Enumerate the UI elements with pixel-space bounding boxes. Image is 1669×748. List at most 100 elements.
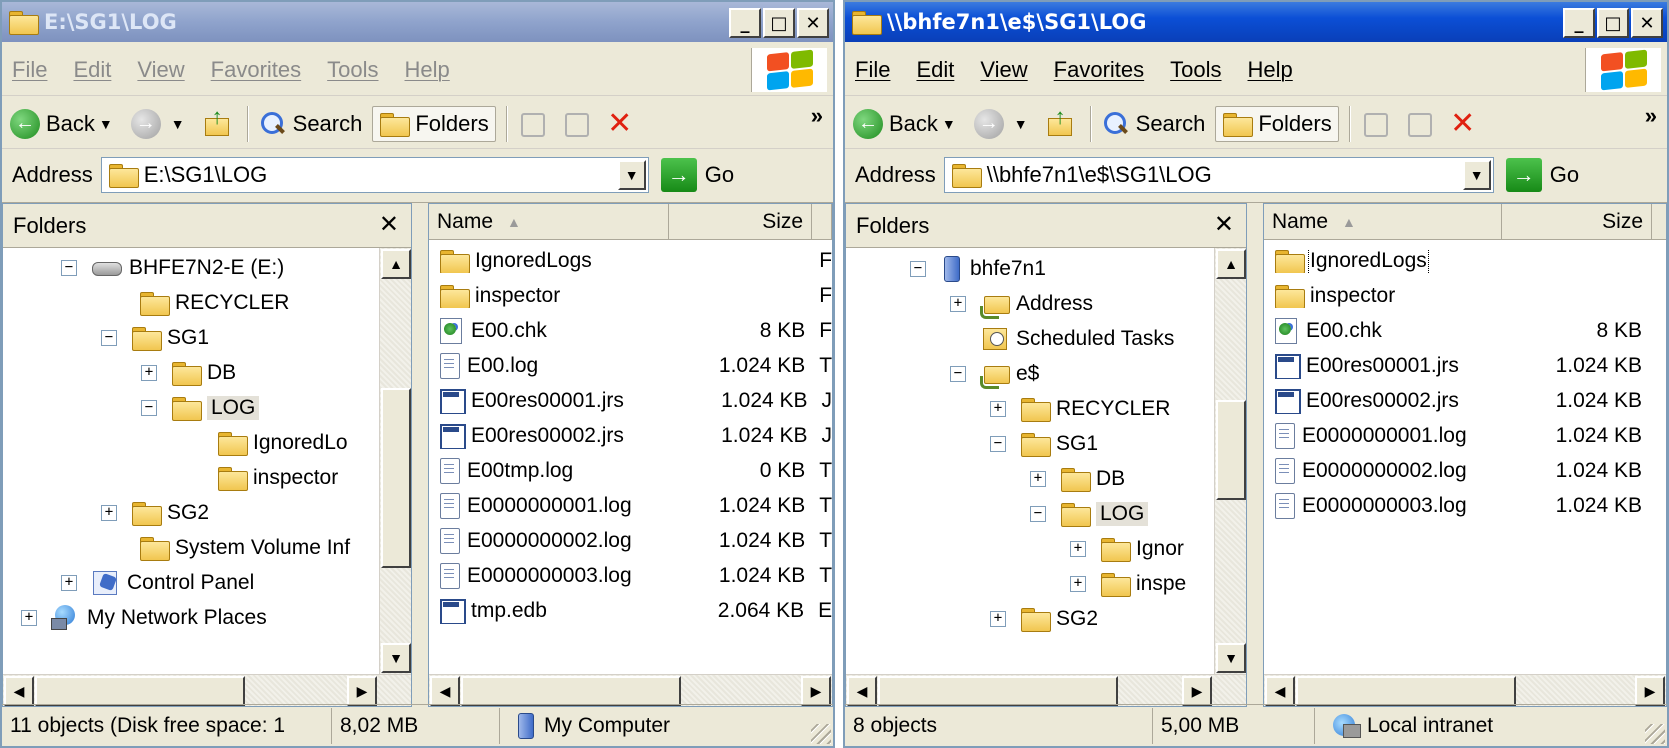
column-header-size[interactable]: Size	[1502, 204, 1652, 240]
scrollbar-thumb[interactable]	[381, 388, 411, 568]
scrollbar-thumb[interactable]	[461, 676, 681, 706]
file-row[interactable]: inspector	[1264, 278, 1666, 313]
delete-button[interactable]: ✕	[1449, 108, 1483, 138]
scroll-up-button[interactable]: ▲	[381, 249, 411, 279]
tree-item-drive-e[interactable]: − BHFE7N2-E (E:)	[61, 251, 284, 285]
menu-help[interactable]: Help	[1248, 57, 1293, 83]
horizontal-scrollbar[interactable]: ◀ ▶	[3, 674, 411, 706]
scroll-up-button[interactable]: ▲	[1216, 249, 1246, 279]
chevron-down-icon[interactable]: ▼	[171, 116, 185, 132]
back-button[interactable]: ← Back ▼	[10, 108, 121, 139]
toolbar-overflow-icon[interactable]: »	[811, 103, 823, 129]
expand-icon[interactable]: +	[1030, 471, 1046, 487]
menu-edit[interactable]: Edit	[916, 57, 954, 83]
expand-icon[interactable]: +	[990, 401, 1006, 417]
up-button[interactable]	[203, 104, 237, 138]
back-button[interactable]: ← Back ▼	[853, 108, 964, 139]
menu-favorites[interactable]: Favorites	[211, 57, 301, 83]
address-dropdown-button[interactable]: ▼	[1462, 160, 1491, 190]
file-row[interactable]: E00res00001.jrs 1.024 KB	[1264, 348, 1666, 383]
file-row[interactable]: E00res00002.jrs 1.024 KB J	[429, 418, 832, 453]
file-row[interactable]: E0000000002.log 1.024 KB	[1264, 453, 1666, 488]
expand-icon[interactable]: +	[1070, 541, 1086, 557]
tree-item-e-share[interactable]: − e$	[950, 357, 1039, 391]
menu-view[interactable]: View	[137, 57, 184, 83]
file-row[interactable]: IgnoredLogs F	[429, 243, 832, 278]
tree-item-address[interactable]: + Address	[950, 287, 1093, 321]
resize-grip[interactable]	[1645, 724, 1665, 744]
search-button[interactable]: Search	[1102, 110, 1205, 138]
collapse-icon[interactable]: −	[141, 400, 157, 416]
file-row[interactable]: E00res00002.jrs 1.024 KB	[1264, 383, 1666, 418]
scroll-down-button[interactable]: ▼	[1216, 643, 1246, 673]
move-to-button[interactable]	[1361, 110, 1395, 138]
tree-item-recycler[interactable]: RECYCLER	[139, 286, 289, 320]
menu-favorites[interactable]: Favorites	[1054, 57, 1144, 83]
scrollbar-thumb[interactable]	[1296, 676, 1516, 706]
close-pane-icon[interactable]: ✕	[379, 210, 399, 239]
scrollbar-thumb[interactable]	[878, 676, 1118, 706]
tree-item-inspector[interactable]: inspector	[217, 461, 338, 495]
collapse-icon[interactable]: −	[950, 366, 966, 382]
copy-to-button[interactable]	[562, 110, 596, 138]
expand-icon[interactable]: +	[1070, 576, 1086, 592]
delete-button[interactable]: ✕	[606, 108, 640, 138]
up-button[interactable]	[1046, 104, 1080, 138]
tree-item-system-volume[interactable]: System Volume Inf	[139, 531, 350, 565]
collapse-icon[interactable]: −	[61, 260, 77, 276]
expand-icon[interactable]: +	[990, 611, 1006, 627]
tree-item-sg2[interactable]: + SG2	[101, 496, 209, 530]
close-button[interactable]: ✕	[797, 8, 829, 38]
file-row[interactable]: E0000000003.log 1.024 KB	[1264, 488, 1666, 523]
scroll-down-button[interactable]: ▼	[381, 643, 411, 673]
close-pane-icon[interactable]: ✕	[1214, 210, 1234, 239]
column-header-size[interactable]: Size	[669, 204, 813, 240]
file-row[interactable]: tmp.edb 2.064 KB E	[429, 593, 832, 628]
scrollbar-thumb[interactable]	[1216, 400, 1246, 500]
collapse-icon[interactable]: −	[910, 261, 926, 277]
scrollbar-thumb[interactable]	[35, 676, 245, 706]
column-header-type[interactable]	[812, 204, 832, 240]
title-bar[interactable]: E:\SG1\LOG _ □ ✕	[2, 2, 833, 42]
address-input[interactable]: E:\SG1\LOG ▼	[100, 157, 649, 193]
horizontal-scrollbar[interactable]: ◀ ▶	[846, 674, 1246, 706]
file-row[interactable]: E00.log 1.024 KB T	[429, 348, 832, 383]
scroll-right-button[interactable]: ▶	[347, 676, 377, 706]
tree-item-bhfe7n1[interactable]: − bhfe7n1	[910, 252, 1046, 286]
file-row[interactable]: E0000000002.log 1.024 KB T	[429, 523, 832, 558]
chevron-down-icon[interactable]: ▼	[942, 116, 956, 132]
menu-view[interactable]: View	[980, 57, 1027, 83]
tree-item-scheduled-tasks[interactable]: Scheduled Tasks	[980, 322, 1174, 356]
search-button[interactable]: Search	[259, 110, 362, 138]
forward-button[interactable]: → ▼	[973, 108, 1036, 139]
tree-item-control-panel[interactable]: + Control Panel	[61, 566, 254, 600]
go-button[interactable]: → Go	[1505, 158, 1579, 192]
tree-item-log[interactable]: − LOG	[141, 391, 260, 425]
file-row[interactable]: IgnoredLogs	[1264, 243, 1666, 278]
file-row[interactable]: E00.chk 8 KB	[1264, 313, 1666, 348]
tree-item-sg1[interactable]: − SG1	[990, 427, 1098, 461]
address-input[interactable]: \\bhfe7n1\e$\SG1\LOG ▼	[943, 157, 1494, 193]
scroll-right-button[interactable]: ▶	[1635, 676, 1665, 706]
tree-item-ignoredlogs[interactable]: IgnoredLo	[217, 426, 348, 460]
expand-icon[interactable]: +	[21, 610, 37, 626]
file-row[interactable]: E0000000001.log 1.024 KB T	[429, 488, 832, 523]
close-button[interactable]: ✕	[1631, 8, 1663, 38]
go-button[interactable]: → Go	[660, 158, 734, 192]
menu-edit[interactable]: Edit	[73, 57, 111, 83]
scroll-right-button[interactable]: ▶	[801, 676, 831, 706]
vertical-scrollbar[interactable]: ▲ ▼	[379, 248, 411, 674]
minimize-button[interactable]: _	[1563, 8, 1595, 38]
horizontal-scrollbar[interactable]: ◀ ▶	[1264, 674, 1666, 706]
collapse-icon[interactable]: −	[1030, 506, 1046, 522]
copy-to-button[interactable]	[1405, 110, 1439, 138]
column-header-name[interactable]: Name ▲	[1264, 204, 1502, 240]
move-to-button[interactable]	[518, 110, 552, 138]
folders-button[interactable]: Folders	[372, 105, 496, 142]
file-row[interactable]: E0000000001.log 1.024 KB	[1264, 418, 1666, 453]
expand-icon[interactable]: +	[950, 296, 966, 312]
tree-item-inspector[interactable]: + inspe	[1070, 567, 1186, 601]
file-row[interactable]: E00tmp.log 0 KB T	[429, 453, 832, 488]
chevron-down-icon[interactable]: ▼	[1014, 116, 1028, 132]
expand-icon[interactable]: +	[141, 365, 157, 381]
